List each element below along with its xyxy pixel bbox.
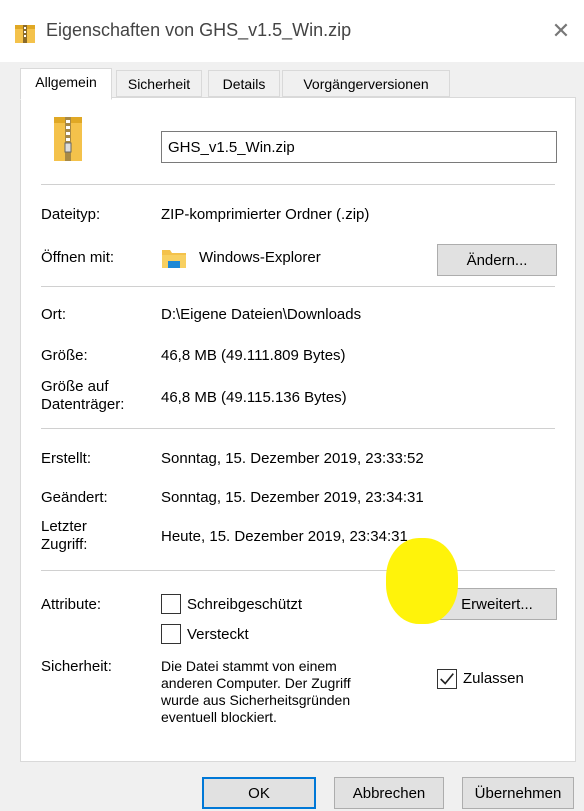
security-label: Sicherheit:	[41, 658, 112, 675]
tab-sicherheit[interactable]: Sicherheit	[116, 70, 202, 97]
hidden-label: Versteckt	[187, 626, 249, 643]
file-type-label: Dateityp:	[41, 206, 101, 223]
created-value: Sonntag, 15. Dezember 2019, 23:33:52	[161, 450, 424, 467]
location-label: Ort:	[41, 306, 66, 323]
accessed-value: Heute, 15. Dezember 2019, 23:34:31	[161, 528, 408, 545]
size-on-disk-value: 46,8 MB (49.115.136 Bytes)	[161, 389, 347, 406]
attributes-label: Attribute:	[41, 596, 102, 613]
checkmark-icon	[440, 673, 454, 685]
separator	[41, 184, 555, 185]
change-button[interactable]: Ändern...	[437, 244, 557, 276]
zip-file-icon	[54, 117, 82, 161]
unblock-checkbox[interactable]	[437, 669, 457, 689]
cancel-button[interactable]: Abbrechen	[334, 777, 444, 809]
size-label: Größe:	[41, 347, 88, 364]
separator	[41, 428, 555, 429]
file-type-value: ZIP-komprimierter Ordner (.zip)	[161, 206, 370, 223]
title-bar: Eigenschaften von GHS_v1.5_Win.zip ✕	[0, 0, 584, 62]
security-text-line4: eventuell blockiert.	[161, 709, 277, 725]
modified-value: Sonntag, 15. Dezember 2019, 23:34:31	[161, 489, 424, 506]
zip-folder-icon	[15, 25, 35, 43]
unblock-label: Zulassen	[463, 670, 524, 687]
hidden-checkbox[interactable]	[161, 624, 181, 644]
size-on-disk-label-line1: Größe auf	[41, 378, 109, 395]
readonly-label: Schreibgeschützt	[187, 596, 303, 613]
security-text-line3: wurde aus Sicherheitsgründen	[161, 692, 351, 708]
close-button[interactable]: ✕	[538, 0, 584, 62]
accessed-label-line1: Letzter	[41, 518, 87, 535]
apply-button[interactable]: Übernehmen	[462, 777, 574, 809]
window-title: Eigenschaften von GHS_v1.5_Win.zip	[46, 20, 352, 40]
size-value: 46,8 MB (49.111.809 Bytes)	[161, 347, 346, 364]
tab-details[interactable]: Details	[208, 70, 280, 97]
explorer-folder-icon	[162, 250, 186, 268]
ok-button[interactable]: OK	[202, 777, 316, 809]
security-text-line1: Die Datei stammt von einem	[161, 658, 337, 674]
readonly-checkbox[interactable]	[161, 594, 181, 614]
tab-allgemein[interactable]: Allgemein	[20, 68, 112, 100]
size-on-disk-label-line2: Datenträger:	[41, 396, 125, 413]
opens-with-label: Öffnen mit:	[41, 249, 115, 266]
created-label: Erstellt:	[41, 450, 92, 467]
highlight-marker	[386, 538, 458, 624]
file-name-input[interactable]	[161, 131, 557, 163]
separator	[41, 570, 555, 571]
security-text-line2: anderen Computer. Der Zugriff	[161, 675, 351, 691]
accessed-label-line2: Zugriff:	[41, 536, 88, 553]
opens-with-value: Windows-Explorer	[199, 249, 321, 266]
tab-vorgaengerversionen[interactable]: Vorgängerversionen	[282, 70, 450, 97]
location-value: D:\Eigene Dateien\Downloads	[161, 306, 362, 323]
general-panel: Dateityp: ZIP-komprimierter Ordner (.zip…	[20, 97, 576, 762]
modified-label: Geändert:	[41, 489, 108, 506]
separator	[41, 286, 555, 287]
